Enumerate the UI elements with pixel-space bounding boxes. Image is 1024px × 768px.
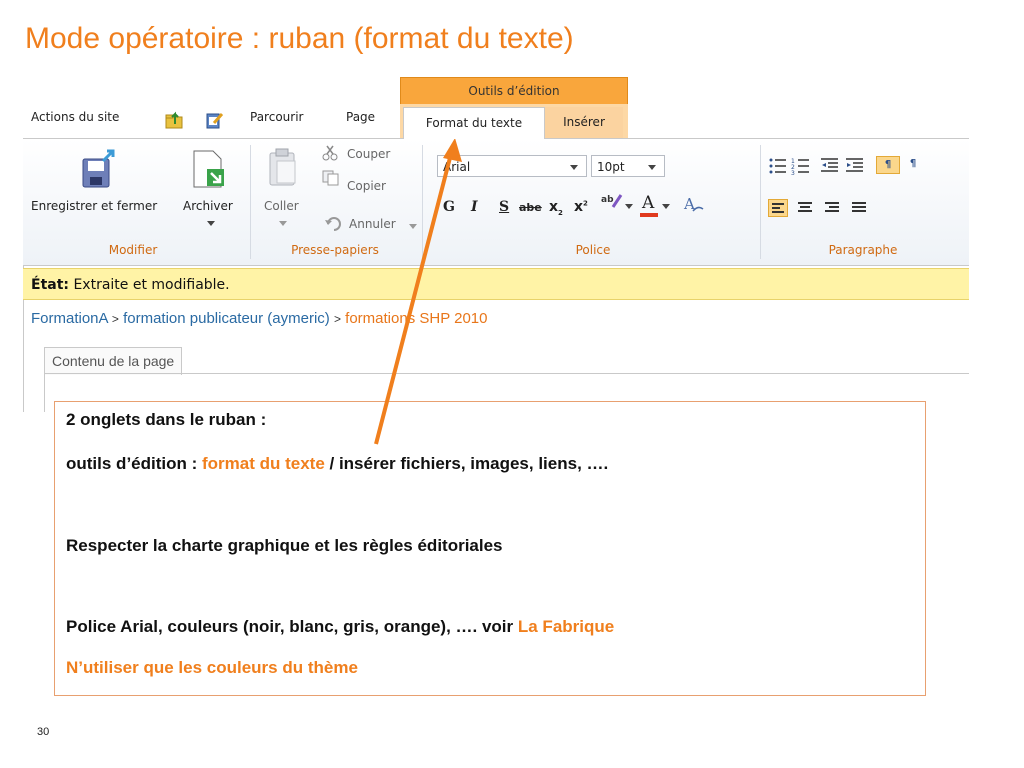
group-separator <box>422 145 423 259</box>
tab-page[interactable]: Page <box>346 110 375 124</box>
group-label-paragraph: Paragraphe <box>828 243 898 257</box>
breadcrumb-root-link[interactable]: FormationA <box>31 310 108 327</box>
breadcrumb: FormationA > formation publicateur (ayme… <box>31 310 487 327</box>
ribbon-body: Enregistrer et fermer Archiver Modifier … <box>23 139 969 266</box>
note-line-font: Police Arial, couleurs (noir, blanc, gri… <box>66 617 614 637</box>
tab-inserer[interactable]: Insérer <box>545 107 623 138</box>
paste-icon[interactable] <box>267 147 299 191</box>
font-color-glyph: A <box>642 193 655 213</box>
content-divider <box>44 373 969 374</box>
up-folder-icon[interactable] <box>165 111 185 129</box>
ribbon-tab-bar: Actions du site Parcourir Page Outils d’… <box>23 75 969 139</box>
content-border <box>44 373 45 412</box>
ltr-glyph: ¶ <box>884 159 892 170</box>
page-number: 30 <box>37 726 50 738</box>
highlighter-pen-icon <box>611 194 623 208</box>
highlight-color-button[interactable]: ab <box>601 193 633 219</box>
font-color-swatch <box>640 213 658 217</box>
undo-dropdown-icon[interactable] <box>409 224 417 229</box>
align-right-icon[interactable] <box>822 199 842 217</box>
copy-icon[interactable] <box>322 170 340 190</box>
italic-button[interactable]: I <box>471 199 478 215</box>
increase-indent-icon[interactable] <box>845 157 865 175</box>
decrease-indent-icon[interactable] <box>820 157 840 175</box>
paste-button[interactable]: Coller <box>264 199 299 213</box>
archive-button[interactable]: Archiver <box>183 199 233 213</box>
save-icon[interactable] <box>81 149 119 193</box>
editing-tools-group-header: Outils d’édition <box>400 77 628 104</box>
undo-button[interactable]: Annuler <box>349 217 396 231</box>
note-line-theme-colors: N’utiliser que les couleurs du thème <box>66 658 358 677</box>
archive-dropdown-icon[interactable] <box>207 221 215 226</box>
archive-icon[interactable] <box>191 149 227 193</box>
font-color-button[interactable]: A <box>640 193 672 219</box>
scissors-icon[interactable] <box>322 145 338 165</box>
status-bar: État: Extraite et modifiable. <box>23 268 969 300</box>
superscript-glyph: x <box>574 199 584 215</box>
site-actions-menu[interactable]: Actions du site <box>31 110 119 124</box>
save-close-button[interactable]: Enregistrer et fermer <box>31 199 157 213</box>
status-label: État: <box>31 277 69 293</box>
justify-icon[interactable] <box>849 199 869 217</box>
clear-format-icon[interactable]: A <box>683 195 705 219</box>
note-line-charter: Respecter la charte graphique et les règ… <box>66 536 503 555</box>
annotation-box: 2 onglets dans le ruban : outils d’éditi… <box>54 401 926 696</box>
note-highlight: format du texte <box>201 454 325 473</box>
subscript-mark: 2 <box>558 208 563 217</box>
numbering-icon[interactable]: 123 <box>791 157 811 177</box>
group-label-modifier: Modifier <box>108 243 158 257</box>
group-label-font: Police <box>575 243 611 257</box>
font-family-dropdown-icon <box>570 165 578 170</box>
font-size-select[interactable]: 10pt <box>591 155 665 177</box>
breadcrumb-current: formations SHP 2010 <box>345 310 488 327</box>
font-color-dropdown-icon <box>662 204 670 209</box>
note-line-tabs: 2 onglets dans le ruban : <box>66 410 267 429</box>
font-size-dropdown-icon <box>648 165 656 170</box>
bold-button[interactable]: G <box>443 199 455 215</box>
underline-button[interactable]: S <box>499 199 509 215</box>
breadcrumb-separator: > <box>333 312 341 326</box>
ltr-direction-button[interactable]: ¶ <box>876 156 900 174</box>
cut-button[interactable]: Couper <box>347 147 390 161</box>
strikethrough-button[interactable]: abe <box>519 201 542 214</box>
bullets-icon[interactable] <box>768 157 788 175</box>
group-label-clipboard: Presse-papiers <box>291 243 379 257</box>
note-font-text: Police Arial, couleurs (noir, blanc, gri… <box>66 617 518 636</box>
slide-title: Mode opératoire : ruban (format du texte… <box>25 22 574 55</box>
status-value: Extraite et modifiable. <box>73 277 230 293</box>
note-suffix: / insérer fichiers, images, liens, …. <box>324 454 609 473</box>
edit-page-icon[interactable] <box>205 111 225 129</box>
subscript-button[interactable]: x2 <box>549 199 563 217</box>
highlight-dropdown-icon <box>625 204 633 209</box>
paste-dropdown-icon[interactable] <box>279 221 287 226</box>
breadcrumb-separator: > <box>111 312 119 326</box>
svg-text:3: 3 <box>791 170 795 175</box>
breadcrumb-parent-link[interactable]: formation publicateur (aymeric) <box>123 310 330 327</box>
group-separator <box>250 145 251 259</box>
align-center-icon[interactable] <box>795 199 815 217</box>
subscript-glyph: x <box>549 199 559 215</box>
copy-button[interactable]: Copier <box>347 179 386 193</box>
font-size-value: 10pt <box>597 160 625 174</box>
note-line-editing-tools: outils d’édition : format du texte / ins… <box>66 454 608 474</box>
tab-page-content[interactable]: Contenu de la page <box>44 347 183 375</box>
la-fabrique-link[interactable]: La Fabrique <box>518 617 614 636</box>
undo-icon[interactable] <box>324 216 342 235</box>
rtl-glyph: ¶ <box>909 158 917 169</box>
font-family-select[interactable]: Arial <box>437 155 587 177</box>
superscript-button[interactable]: x2 <box>574 199 588 215</box>
tab-format-du-texte[interactable]: Format du texte <box>403 107 545 139</box>
tab-parcourir[interactable]: Parcourir <box>250 110 303 124</box>
note-prefix: outils d’édition : <box>66 454 202 473</box>
sharepoint-screenshot: Actions du site Parcourir Page Outils d’… <box>23 75 969 412</box>
font-family-value: Arial <box>443 160 471 174</box>
align-left-icon[interactable] <box>768 199 788 217</box>
rtl-direction-button[interactable]: ¶ <box>903 156 923 174</box>
superscript-mark: 2 <box>583 199 588 208</box>
group-separator <box>760 145 761 259</box>
